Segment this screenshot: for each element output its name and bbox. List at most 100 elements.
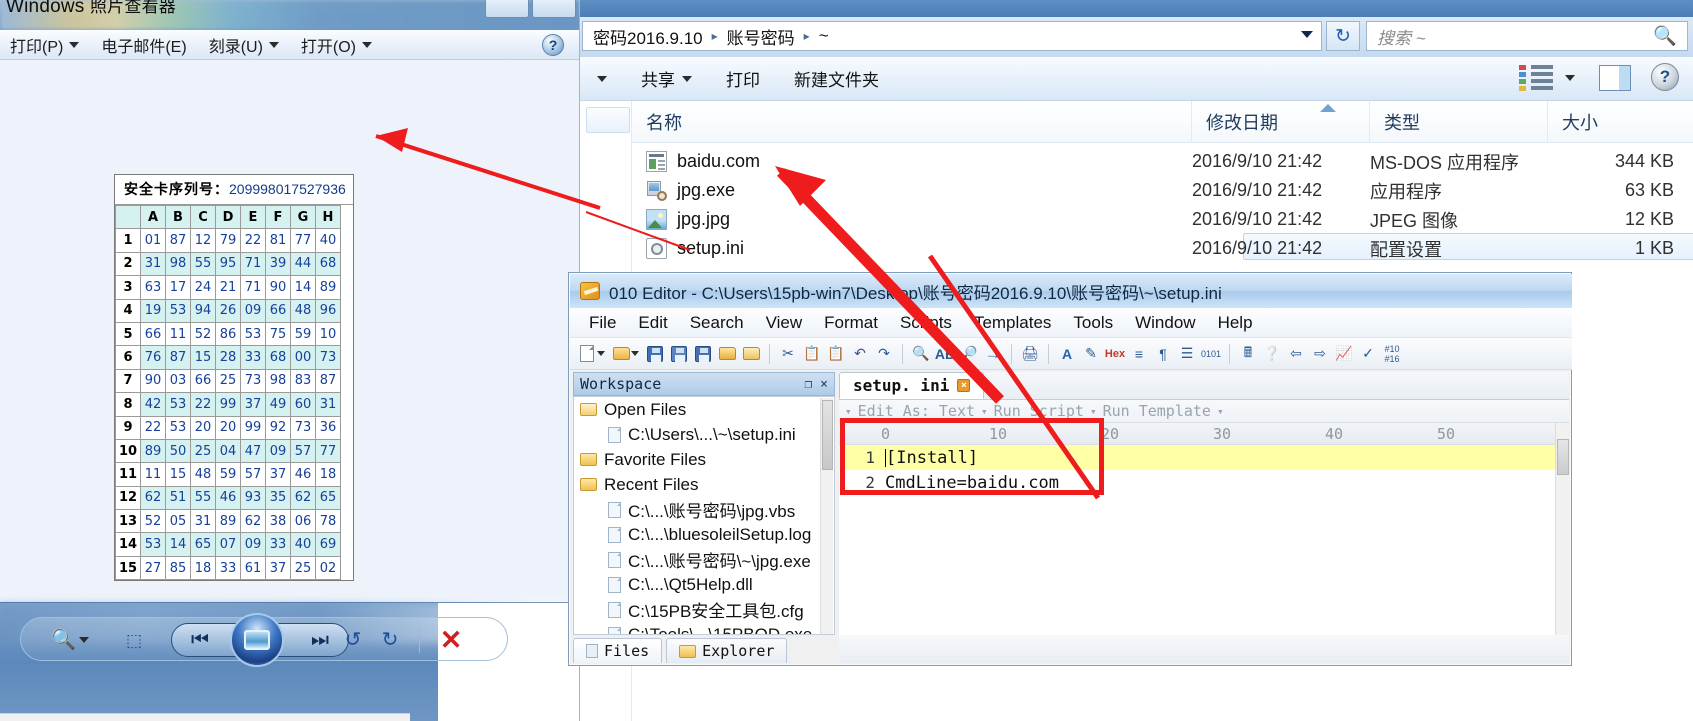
- workspace-scrollbar[interactable]: [820, 398, 833, 634]
- new-folder-button[interactable]: 新建文件夹: [777, 61, 896, 97]
- table-row[interactable]: jpg.exe 2016/9/10 21:42 应用程序 63 KB: [632, 176, 1693, 205]
- chevron-down-icon[interactable]: ▾: [981, 405, 988, 418]
- rotate-counterclockwise-button[interactable]: ↺: [339, 626, 367, 654]
- maximize-button[interactable]: [532, 0, 576, 18]
- calculator-icon[interactable]: 🖩: [1237, 343, 1259, 365]
- file-name-cell[interactable]: jpg.exe: [632, 180, 1192, 201]
- nav-pane-item[interactable]: [586, 107, 630, 133]
- collapse-icon[interactable]: ▾: [845, 405, 852, 418]
- open-folder-icon[interactable]: [716, 343, 738, 365]
- fit-to-window-icon[interactable]: ⬚: [119, 627, 149, 653]
- menu-tools[interactable]: Tools: [1062, 310, 1124, 336]
- file-name-cell[interactable]: jpg.jpg: [632, 209, 1192, 230]
- highlight-icon[interactable]: ✎: [1080, 343, 1102, 365]
- help-icon[interactable]: ?: [542, 34, 564, 56]
- chevron-down-icon[interactable]: ▾: [1217, 405, 1224, 418]
- menu-help[interactable]: Help: [1207, 310, 1264, 336]
- preview-pane-button[interactable]: [1599, 65, 1631, 91]
- share-button[interactable]: 共享: [624, 61, 709, 97]
- font-icon[interactable]: A: [1056, 343, 1078, 365]
- menu-file[interactable]: File: [578, 310, 627, 336]
- tree-node[interactable]: Open Files: [574, 397, 834, 422]
- column-header-name[interactable]: 名称: [632, 100, 1192, 143]
- table-row[interactable]: setup.ini 2016/9/10 21:42 配置设置 1 KB: [632, 234, 1693, 263]
- minimize-button[interactable]: [485, 0, 529, 18]
- save-as-icon[interactable]: [668, 343, 690, 365]
- editor-vertical-scrollbar[interactable]: [1555, 423, 1569, 635]
- find-icon[interactable]: 🔍: [910, 343, 932, 365]
- tree-node[interactable]: C:\...\bluesoleilSetup.log: [574, 522, 834, 547]
- change-view-button[interactable]: [1519, 65, 1575, 91]
- menu-templates[interactable]: Templates: [963, 310, 1062, 336]
- menu-window[interactable]: Window: [1124, 310, 1206, 336]
- help-icon[interactable]: ?: [1651, 63, 1679, 91]
- toolbar-item-open[interactable]: 打开(O): [290, 31, 383, 59]
- chevron-down-icon[interactable]: ▾: [1090, 405, 1097, 418]
- run-template-label[interactable]: Run Template: [1103, 402, 1211, 420]
- tree-node[interactable]: C:\Tools\...\15PBOD.exe: [574, 622, 834, 634]
- menu-edit[interactable]: Edit: [627, 310, 678, 336]
- column-header-date[interactable]: 修改日期: [1192, 100, 1370, 143]
- chevron-down-icon[interactable]: [631, 351, 639, 356]
- base-convert-icon[interactable]: #10 #16: [1381, 343, 1403, 365]
- tree-node[interactable]: Favorite Files: [574, 447, 834, 472]
- tree-node[interactable]: C:\Users\...\~\setup.ini: [574, 422, 834, 447]
- breadcrumb-item-0[interactable]: 密码2016.9.10: [593, 24, 703, 49]
- float-panel-icon[interactable]: ❐: [804, 377, 812, 392]
- line-numbers-icon[interactable]: ≡: [1128, 343, 1150, 365]
- checksum-icon[interactable]: ✓: [1357, 343, 1379, 365]
- tree-node[interactable]: C:\...\Qt5Help.dll: [574, 572, 834, 597]
- refresh-button[interactable]: ↻: [1326, 21, 1360, 51]
- scrollbar-thumb[interactable]: [1557, 439, 1569, 475]
- new-file-icon[interactable]: [576, 343, 598, 365]
- print-button[interactable]: 打印: [709, 61, 777, 97]
- help-topics-icon[interactable]: ❔: [1261, 343, 1283, 365]
- find-in-files-icon[interactable]: 🔎: [958, 343, 980, 365]
- breadcrumb-item-1[interactable]: 账号密码: [727, 24, 795, 49]
- tab-files[interactable]: Files: [573, 638, 663, 663]
- breadcrumb[interactable]: 密码2016.9.10 ▸ 账号密码 ▸ ~: [582, 21, 1322, 51]
- tab-explorer[interactable]: Explorer: [666, 638, 788, 663]
- binary-icon[interactable]: 0101: [1200, 343, 1222, 365]
- column-header-size[interactable]: 大小: [1548, 101, 1693, 143]
- redo-icon[interactable]: ↷: [873, 343, 895, 365]
- hex-mode-icon[interactable]: Hex: [1104, 343, 1126, 365]
- search-input[interactable]: 搜索 ~ 🔍: [1366, 21, 1688, 51]
- next-bookmark-icon[interactable]: ⇨: [1309, 343, 1331, 365]
- copy-icon[interactable]: 📋: [801, 343, 823, 365]
- prev-bookmark-icon[interactable]: ⇦: [1285, 343, 1307, 365]
- chevron-down-icon[interactable]: [597, 351, 605, 356]
- open-file-icon[interactable]: [610, 343, 632, 365]
- menu-scripts[interactable]: Scripts: [889, 310, 963, 336]
- workspace-tree[interactable]: Open Files C:\Users\...\~\setup.ini Favori…: [573, 396, 835, 635]
- chevron-down-icon[interactable]: [1301, 31, 1313, 38]
- close-file-icon[interactable]: [740, 343, 762, 365]
- document-tab-setup-ini[interactable]: setup. ini ×: [839, 372, 985, 399]
- breadcrumb-item-2[interactable]: ~: [819, 26, 829, 46]
- save-icon[interactable]: [644, 343, 666, 365]
- save-all-icon[interactable]: [692, 343, 714, 365]
- replace-icon[interactable]: AB: [934, 343, 956, 365]
- toolbar-item-burn[interactable]: 刻录(U): [198, 31, 290, 59]
- menu-view[interactable]: View: [755, 310, 814, 336]
- file-name-cell[interactable]: setup.ini: [632, 238, 1192, 259]
- print-icon[interactable]: 🖨: [1019, 343, 1041, 365]
- rotate-clockwise-button[interactable]: ↻: [376, 626, 404, 654]
- close-icon[interactable]: ×: [957, 379, 971, 392]
- paragraph-icon[interactable]: ¶: [1152, 343, 1174, 365]
- paste-icon[interactable]: 📋: [825, 343, 847, 365]
- scrollbar-thumb[interactable]: [822, 400, 833, 470]
- photo-viewer-horizontal-scrollbar[interactable]: [0, 713, 410, 721]
- delete-button[interactable]: ✕: [436, 625, 466, 655]
- undo-icon[interactable]: ↶: [849, 343, 871, 365]
- tree-node[interactable]: C:\15PB安全工具包.cfg: [574, 597, 834, 622]
- goto-icon[interactable]: →: [982, 343, 1004, 365]
- table-row[interactable]: baidu.com 2016/9/10 21:42 MS-DOS 应用程序 34…: [632, 147, 1693, 176]
- histogram-icon[interactable]: 📈: [1333, 343, 1355, 365]
- tree-node[interactable]: C:\...\账号密码\~\jpg.exe: [574, 547, 834, 572]
- slideshow-button[interactable]: [230, 613, 284, 667]
- file-name-cell[interactable]: baidu.com: [632, 151, 1192, 172]
- organize-button[interactable]: [580, 61, 624, 97]
- toolbar-item-email[interactable]: 电子邮件(E): [90, 31, 197, 59]
- zoom-icon[interactable]: 🔍: [47, 626, 93, 654]
